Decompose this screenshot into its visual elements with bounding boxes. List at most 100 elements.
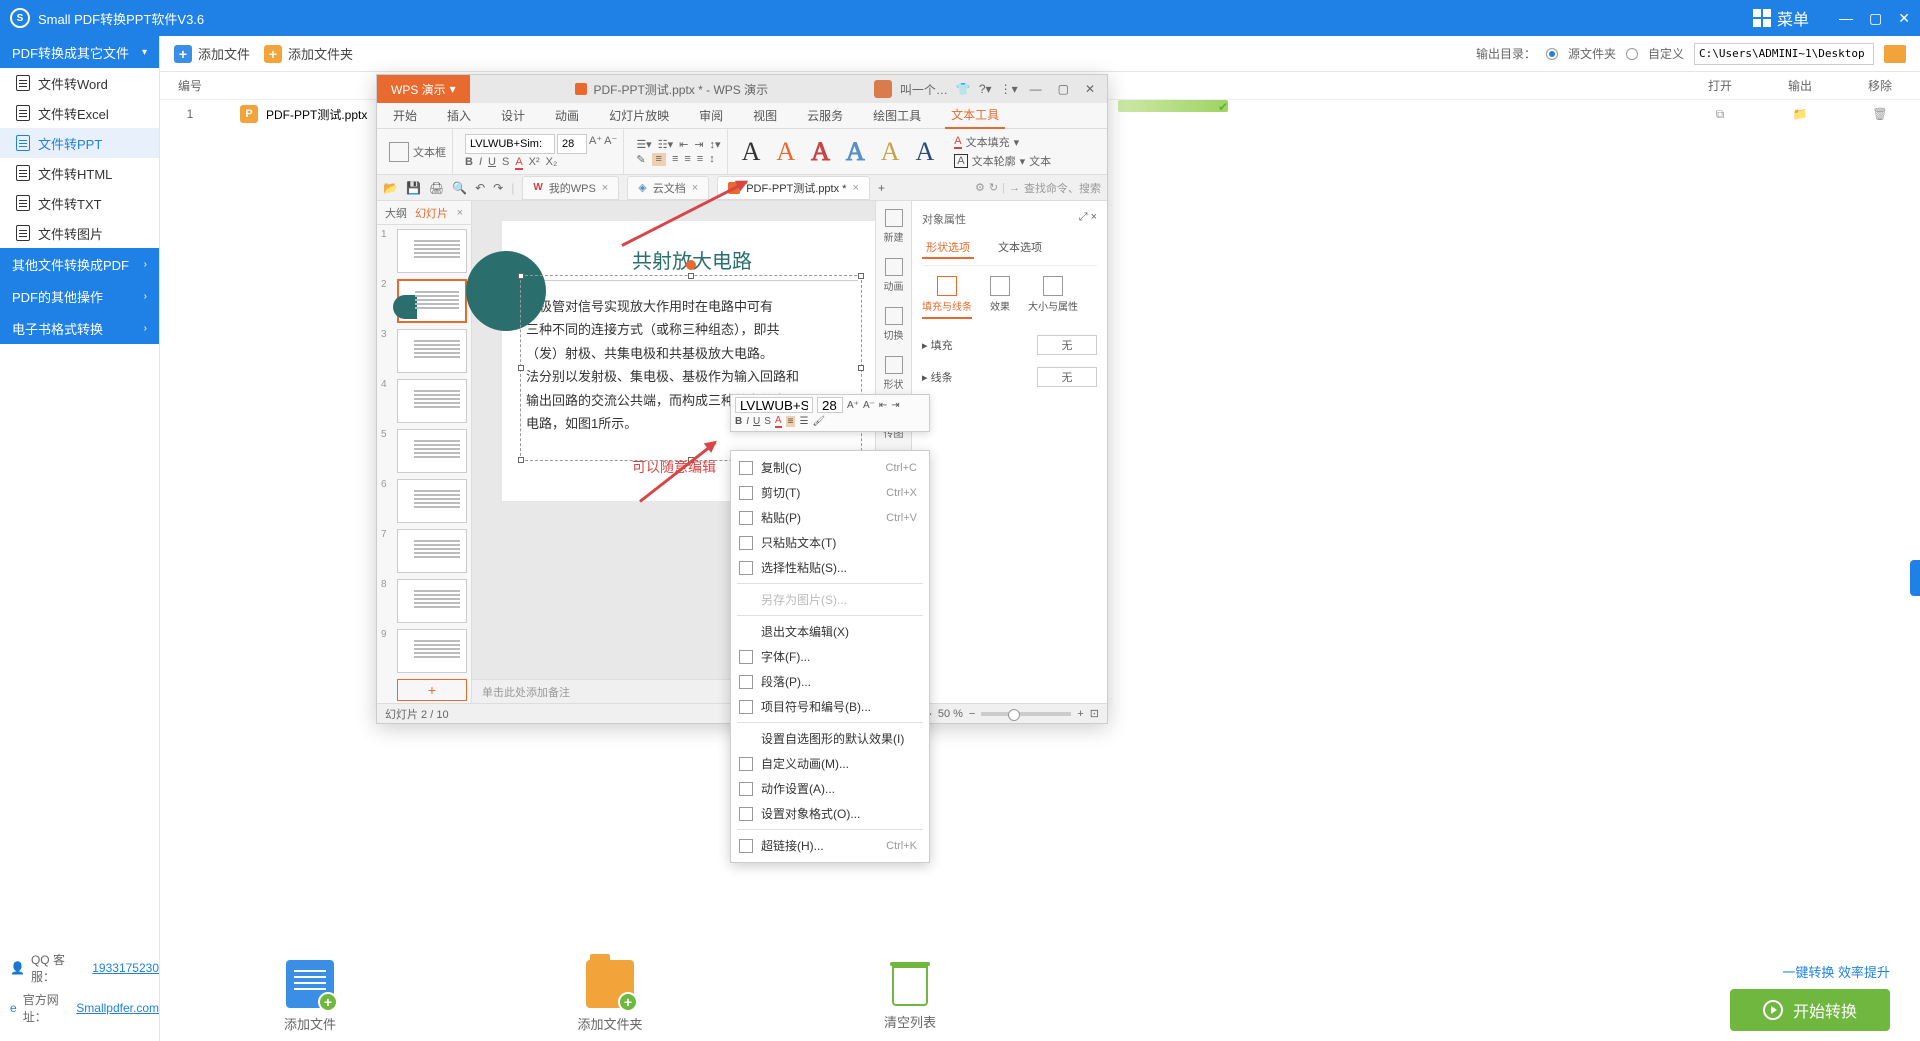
- ctx-paste-text[interactable]: 只粘贴文本(T): [731, 530, 929, 555]
- pane-close-icon[interactable]: ×: [1091, 211, 1097, 223]
- wps-close-button[interactable]: ✕: [1081, 82, 1099, 96]
- mini-highlight[interactable]: ≡: [786, 416, 796, 427]
- radio-custom-folder[interactable]: [1626, 48, 1638, 60]
- menu-texttools[interactable]: 文本工具: [945, 102, 1005, 129]
- zoom-out-button[interactable]: −: [969, 708, 975, 720]
- font-size-select[interactable]: [557, 134, 587, 154]
- subtab-effects[interactable]: 效果: [990, 276, 1010, 319]
- row-remove-button[interactable]: 🗑: [1840, 107, 1920, 121]
- save-icon[interactable]: 💾: [406, 181, 421, 195]
- wordart-style-2[interactable]: A: [768, 137, 803, 167]
- wps-product-tab[interactable]: WPS 演示 ▾: [377, 75, 470, 103]
- menu-slideshow[interactable]: 幻灯片放映: [603, 103, 675, 128]
- thumb-5[interactable]: 5: [381, 429, 467, 473]
- menu-view[interactable]: 视图: [747, 103, 783, 128]
- add-file-button[interactable]: + 添加文件: [174, 44, 250, 63]
- browse-folder-button[interactable]: [1884, 45, 1906, 63]
- ctx-paste-special[interactable]: 选择性粘贴(S)...: [731, 555, 929, 580]
- text-direction-icon[interactable]: ↕: [709, 153, 715, 166]
- sidebar-category-other-to-pdf[interactable]: 其他文件转换成PDF›: [0, 248, 159, 280]
- increase-font-icon[interactable]: A⁺: [589, 134, 602, 154]
- tab-text-options[interactable]: 文本选项: [994, 237, 1046, 259]
- rtool-shape[interactable]: 形状: [884, 356, 904, 391]
- ctx-format-object[interactable]: 设置对象格式(O)...: [731, 801, 929, 826]
- add-slide-button[interactable]: +: [397, 679, 467, 701]
- thumb-6[interactable]: 6: [381, 479, 467, 523]
- wordart-style-6[interactable]: A: [907, 137, 942, 167]
- wordart-style-3[interactable]: A: [803, 137, 838, 167]
- row-output-button[interactable]: 📁: [1760, 107, 1840, 121]
- sidebar-item-ppt[interactable]: 文件转PPT: [0, 128, 159, 158]
- menu-insert[interactable]: 插入: [441, 103, 477, 128]
- ctx-font[interactable]: 字体(F)...: [731, 644, 929, 669]
- wordart-style-4[interactable]: A: [838, 137, 873, 167]
- tab-close-icon[interactable]: ×: [692, 182, 698, 194]
- wordart-style-1[interactable]: A: [734, 137, 769, 167]
- text-fill-icon[interactable]: A: [954, 135, 961, 149]
- font-name-select[interactable]: [465, 134, 555, 154]
- strikethrough-button[interactable]: S: [502, 156, 509, 170]
- ctx-paste[interactable]: 粘贴(P)Ctrl+V: [731, 505, 929, 530]
- zoom-in-button[interactable]: +: [1077, 708, 1083, 720]
- user-avatar-icon[interactable]: [874, 80, 892, 98]
- italic-button[interactable]: I: [479, 156, 482, 170]
- superscript-button[interactable]: X²: [529, 156, 540, 170]
- resize-handle-tm[interactable]: [688, 273, 694, 279]
- rtool-new[interactable]: 新建: [884, 209, 904, 244]
- site-url-link[interactable]: Smallpdfer.com: [76, 1001, 159, 1015]
- mini-bold[interactable]: B: [735, 416, 742, 427]
- indent-left-icon[interactable]: ⇤: [679, 138, 688, 151]
- sidebar-category-pdf-ops[interactable]: PDF的其他操作›: [0, 280, 159, 312]
- close-button[interactable]: ✕: [1898, 10, 1910, 27]
- wordart-style-5[interactable]: A: [873, 137, 908, 167]
- ctx-exit-text-edit[interactable]: 退出文本编辑(X): [731, 619, 929, 644]
- menu-cloud[interactable]: 云服务: [801, 103, 849, 128]
- fit-window-icon[interactable]: ⊡: [1090, 707, 1099, 720]
- bold-button[interactable]: B: [465, 156, 473, 170]
- indent-right-icon[interactable]: ⇥: [694, 138, 703, 151]
- mini-bullets[interactable]: ☰: [799, 416, 808, 427]
- thumb-1[interactable]: 1: [381, 229, 467, 273]
- help-icon[interactable]: ?▾: [979, 82, 992, 96]
- menu-start[interactable]: 开始: [387, 103, 423, 128]
- tab-close-icon[interactable]: ×: [852, 182, 858, 194]
- textfx-label[interactable]: 文本: [1029, 153, 1051, 169]
- username-short[interactable]: 叫一个…: [900, 81, 948, 98]
- add-folder-button[interactable]: + 添加文件夹: [264, 44, 353, 63]
- thumbnail-list[interactable]: 1 2 3 4 5 6 7 8 9 +: [377, 225, 471, 703]
- menu-design[interactable]: 设计: [495, 103, 531, 128]
- row-open-button[interactable]: ⧉: [1680, 107, 1760, 122]
- thumb-9[interactable]: 9: [381, 629, 467, 673]
- skin-icon[interactable]: 👕: [956, 82, 971, 96]
- open-file-icon[interactable]: 📂: [383, 181, 398, 195]
- resize-handle-ml[interactable]: [518, 365, 524, 371]
- ctx-bullets-numbering[interactable]: 项目符号和编号(B)...: [731, 694, 929, 719]
- text-outline-icon[interactable]: A: [954, 154, 967, 168]
- ctx-paragraph[interactable]: 段落(P)...: [731, 669, 929, 694]
- bottom-add-file[interactable]: + 添加文件: [160, 960, 460, 1033]
- thumb-7[interactable]: 7: [381, 529, 467, 573]
- align-left-icon[interactable]: ≡: [652, 153, 666, 166]
- print-preview-icon[interactable]: 🔍: [452, 181, 467, 195]
- mini-indent-left[interactable]: ⇤: [879, 400, 887, 411]
- mini-indent-right[interactable]: ⇥: [891, 400, 899, 411]
- rtool-animation[interactable]: 动画: [884, 258, 904, 293]
- wps-minimize-button[interactable]: —: [1026, 82, 1046, 96]
- thumb-3[interactable]: 3: [381, 329, 467, 373]
- ctx-default-shape-effect[interactable]: 设置自选图形的默认效果(I): [731, 726, 929, 751]
- tab-slides[interactable]: 幻灯片: [415, 205, 448, 221]
- mini-font-select[interactable]: [735, 397, 813, 413]
- rotate-handle[interactable]: [686, 260, 696, 270]
- right-side-handle[interactable]: [1910, 560, 1920, 596]
- qq-number-link[interactable]: 1933175230: [92, 961, 159, 975]
- wps-maximize-button[interactable]: ▢: [1054, 82, 1073, 96]
- bottom-clear-list[interactable]: 清空列表: [760, 962, 1060, 1031]
- bottom-add-folder[interactable]: + 添加文件夹: [460, 960, 760, 1033]
- output-path-input[interactable]: [1694, 43, 1874, 65]
- align-justify-icon[interactable]: ≡: [697, 153, 703, 166]
- sidebar-category-ebook[interactable]: 电子书格式转换›: [0, 312, 159, 344]
- refresh-icon[interactable]: ↻: [989, 181, 998, 194]
- thumb-8[interactable]: 8: [381, 579, 467, 623]
- minimize-button[interactable]: —: [1839, 10, 1853, 27]
- fill-section-label[interactable]: 填充: [931, 340, 953, 352]
